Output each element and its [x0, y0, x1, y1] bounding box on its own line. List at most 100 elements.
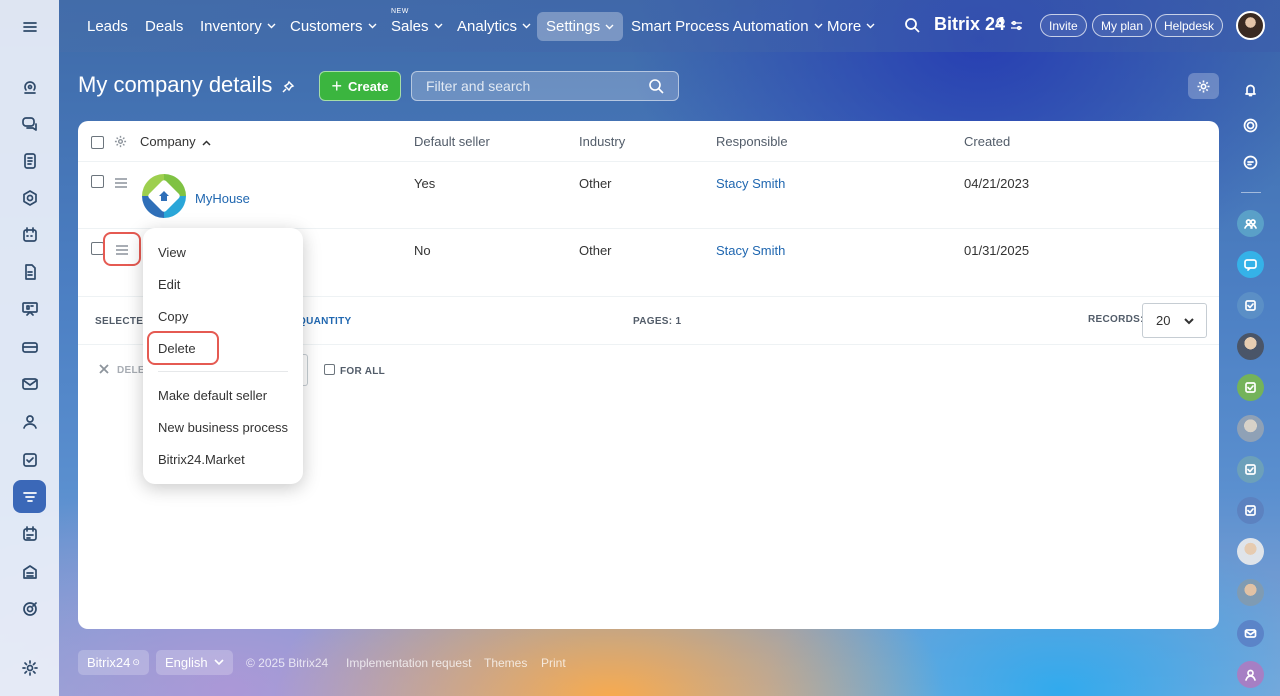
sort-ascending-icon — [202, 134, 211, 149]
user-avatar[interactable] — [1236, 11, 1265, 40]
plus-icon: + — [331, 76, 343, 96]
nav-analytics[interactable]: Analytics — [457, 0, 531, 52]
language-select[interactable]: English — [156, 650, 233, 675]
nav-settings[interactable]: Settings — [537, 12, 624, 41]
records-label: RECORDS: — [1088, 314, 1144, 325]
task-chat-icon[interactable] — [1237, 456, 1264, 483]
menu-item-view[interactable]: View — [158, 245, 186, 260]
card-icon[interactable] — [13, 330, 46, 363]
records-per-page-select[interactable]: 20 — [1142, 303, 1207, 338]
contact-avatar[interactable] — [1237, 538, 1264, 565]
contact-avatar[interactable] — [1237, 579, 1264, 606]
chevron-down-icon — [522, 23, 531, 29]
show-quantity-link[interactable]: QUANTITY — [298, 316, 352, 327]
implementation-request-link[interactable]: Implementation request — [346, 656, 471, 670]
hexagon-icon[interactable] — [13, 181, 46, 214]
contacts-icon[interactable] — [13, 405, 46, 438]
create-button[interactable]: + Create — [319, 71, 401, 101]
column-settings-gear-icon[interactable] — [114, 135, 127, 148]
themes-link[interactable]: Themes — [484, 656, 527, 670]
helpdesk-button[interactable]: Helpdesk — [1155, 14, 1224, 37]
nav-smart-process-automation[interactable]: Smart Process Automation — [631, 0, 823, 52]
chevron-down-icon — [1184, 318, 1194, 325]
column-header-created[interactable]: Created — [964, 134, 1010, 149]
store-icon[interactable] — [13, 555, 46, 588]
divider — [78, 161, 1219, 162]
file-icon[interactable] — [13, 255, 46, 288]
contact-avatar[interactable] — [1237, 333, 1264, 360]
responsible-link[interactable]: Stacy Smith — [716, 243, 785, 258]
page-settings-button[interactable] — [1188, 73, 1219, 99]
nav-deals[interactable]: Deals — [145, 0, 183, 52]
column-header-company[interactable]: Company — [140, 134, 211, 149]
nav-inventory[interactable]: Inventory — [200, 0, 276, 52]
nav-leads[interactable]: Leads — [87, 0, 128, 52]
task-chat-icon[interactable] — [1237, 292, 1264, 319]
settings-gear-icon[interactable] — [13, 651, 46, 684]
created-cell: 04/21/2023 — [964, 176, 1030, 191]
task-chat-icon[interactable] — [1237, 374, 1264, 401]
hamburger-icon[interactable] — [13, 10, 46, 43]
company-name-link[interactable]: MyHouse — [195, 191, 250, 206]
mail-chat-icon[interactable] — [1237, 620, 1264, 647]
document-icon[interactable] — [13, 144, 46, 177]
mail-icon[interactable] — [13, 367, 46, 400]
search-placeholder: Filter and search — [426, 78, 531, 94]
chevron-down-icon — [368, 23, 377, 29]
delete-action-button[interactable]: DELE — [117, 365, 145, 376]
for-all-checkbox[interactable] — [324, 364, 335, 375]
nav-more[interactable]: More — [827, 0, 875, 52]
sliders-icon[interactable] — [1010, 19, 1023, 32]
page-title: My company details — [78, 72, 273, 97]
column-header-default-seller[interactable]: Default seller — [414, 134, 490, 149]
crm-funnel-icon[interactable] — [13, 480, 46, 513]
tasks-icon[interactable] — [13, 443, 46, 476]
menu-item-edit[interactable]: Edit — [158, 277, 180, 292]
delete-highlight — [147, 331, 219, 365]
menu-item-bitrix24-market[interactable]: Bitrix24.Market — [158, 452, 245, 467]
nav-sales[interactable]: Sales — [391, 0, 443, 52]
print-link[interactable]: Print — [541, 656, 566, 670]
schedule-icon[interactable] — [13, 517, 46, 550]
divider — [158, 371, 288, 372]
menu-item-copy[interactable]: Copy — [158, 309, 188, 324]
search-icon[interactable] — [648, 78, 664, 94]
brand-logo[interactable]: Bitrix 24 — [934, 14, 1005, 35]
my-plan-button[interactable]: My plan — [1092, 14, 1153, 37]
row-menu-highlight — [103, 232, 141, 266]
group-chat-icon[interactable] — [1237, 661, 1264, 688]
open-channel-icon[interactable] — [1237, 251, 1264, 278]
chevron-down-icon — [866, 23, 875, 29]
feed-icon[interactable] — [13, 70, 46, 103]
target-icon[interactable] — [13, 592, 46, 625]
search-icon[interactable] — [904, 17, 920, 33]
industry-cell: Other — [579, 243, 612, 258]
group-chat-icon[interactable] — [1237, 210, 1264, 237]
pin-icon[interactable] — [281, 80, 295, 94]
menu-item-make-default-seller[interactable]: Make default seller — [158, 388, 267, 403]
messages-icon[interactable] — [1237, 149, 1264, 176]
presentation-icon[interactable] — [13, 292, 46, 325]
calendar-icon[interactable] — [13, 218, 46, 251]
activity-icon[interactable] — [1237, 112, 1264, 139]
row-checkbox[interactable] — [91, 175, 104, 188]
nav-customers[interactable]: Customers — [290, 0, 377, 52]
pages-label: PAGES: 1 — [633, 316, 682, 327]
column-header-responsible[interactable]: Responsible — [716, 134, 788, 149]
select-all-checkbox[interactable] — [91, 136, 104, 149]
task-chat-icon[interactable] — [1237, 497, 1264, 524]
filter-search-input[interactable]: Filter and search — [411, 71, 679, 101]
chevron-down-icon — [605, 24, 614, 30]
default-seller-cell: No — [414, 243, 431, 258]
invite-button[interactable]: Invite — [1040, 14, 1087, 37]
chevron-down-icon — [267, 23, 276, 29]
footer-brand[interactable]: Bitrix24 ⊙ — [78, 650, 149, 675]
chat-icon[interactable] — [13, 107, 46, 140]
contact-avatar[interactable] — [1237, 415, 1264, 442]
right-sidebar — [1230, 52, 1280, 696]
menu-item-new-business-process[interactable]: New business process — [158, 420, 288, 435]
row-menu-icon[interactable] — [115, 178, 127, 188]
bell-icon[interactable] — [1237, 76, 1264, 103]
responsible-link[interactable]: Stacy Smith — [716, 176, 785, 191]
column-header-industry[interactable]: Industry — [579, 134, 625, 149]
